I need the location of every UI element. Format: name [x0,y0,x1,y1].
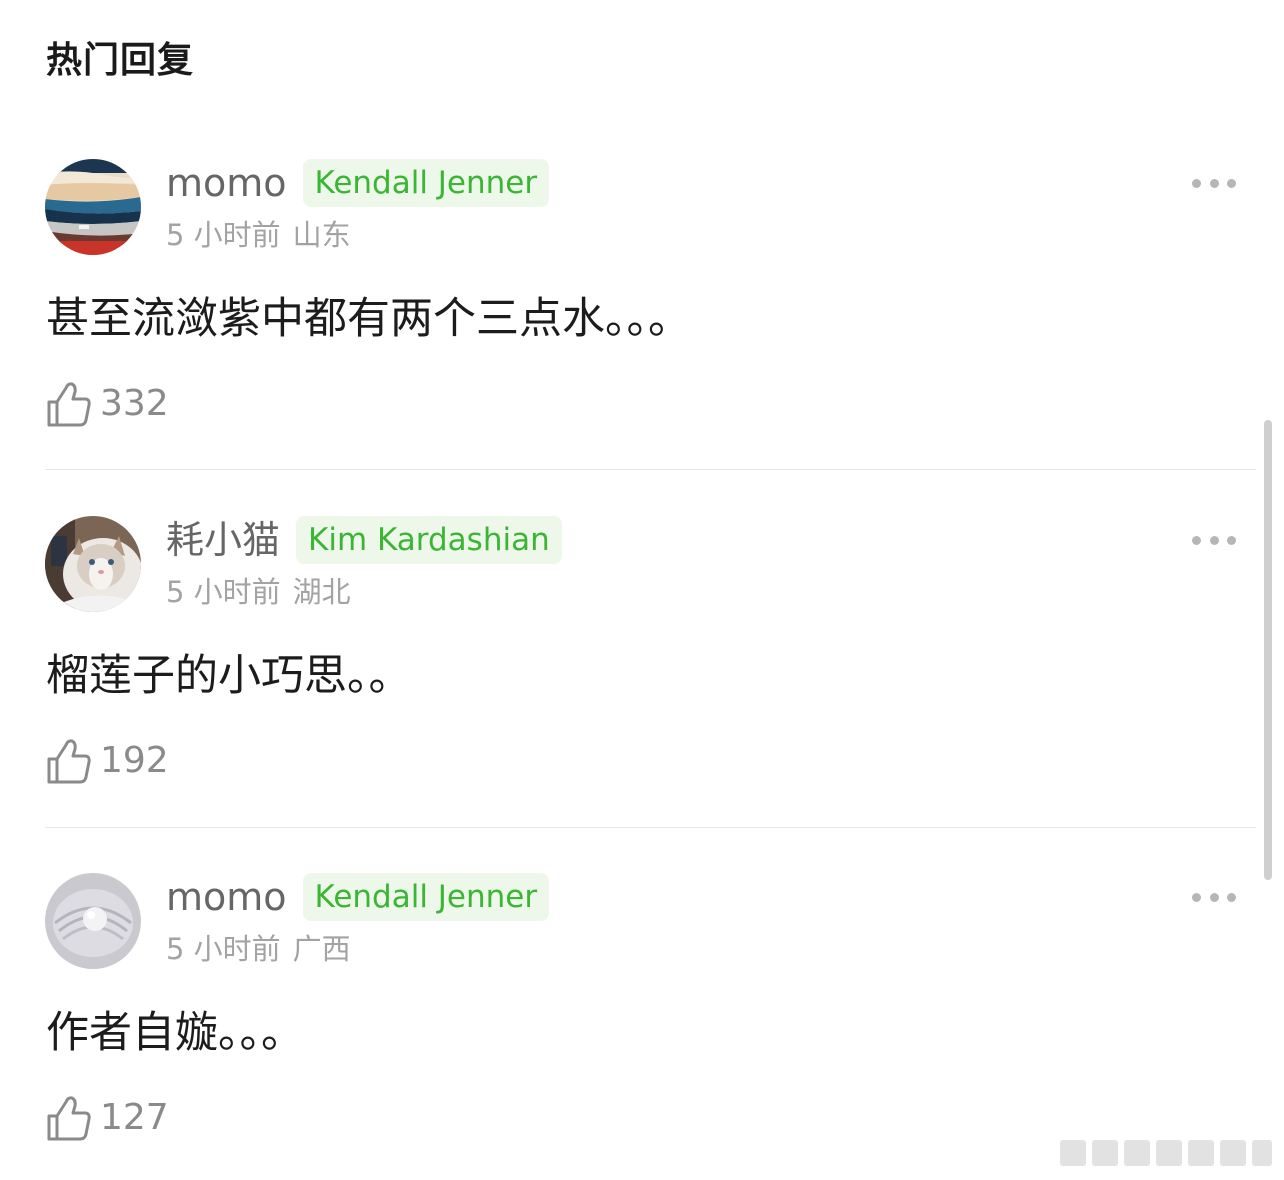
user-line: momo Kendall Jenner [166,159,550,207]
section-title: 热门回复 [46,40,195,81]
username[interactable]: momo [166,873,287,921]
more-options-icon[interactable] [1192,883,1236,911]
divider [45,469,1256,470]
comment-text: 甚至流潋紫中都有两个三点水。。。 [46,294,691,344]
like-count: 127 [100,1097,169,1138]
username[interactable]: 耗小猫 [166,516,280,564]
user-line: momo Kendall Jenner [166,873,550,921]
thumbs-up-icon [47,382,91,427]
like-button[interactable]: 127 [46,1093,169,1143]
watermark-logo [1060,1140,1272,1166]
like-count: 332 [100,383,169,424]
comment-item: momo Kendall Jenner 5 小时前 广西 作者自嫙。。。 127 [0,873,1284,1180]
comment-time: 5 小时前 [166,218,281,252]
comment-meta: 5 小时前 广西 [166,929,351,969]
comment-location: 山东 [292,218,351,252]
more-options-icon[interactable] [1192,526,1236,554]
comment-location: 广西 [292,932,351,966]
like-count: 192 [100,740,169,781]
comment-time: 5 小时前 [166,932,281,966]
comment-meta: 5 小时前 山东 [166,215,351,255]
comment-meta: 5 小时前 湖北 [166,572,351,612]
comment-location: 湖北 [292,575,351,609]
comment-text: 作者自嫙。。。 [46,1008,304,1058]
more-options-icon[interactable] [1192,169,1236,197]
fan-badge[interactable]: Kendall Jenner [302,873,550,921]
user-line: 耗小猫 Kim Kardashian [166,516,562,564]
divider [45,827,1256,828]
comment-item: 耗小猫 Kim Kardashian 5 小时前 湖北 榴莲子的小巧思。。 192 [0,516,1284,836]
hot-replies-page: 热门回复 momo Kendall Jenner 5 小时前 山东 甚至流潋紫中… [0,0,1284,1180]
like-button[interactable]: 332 [46,379,169,429]
thumbs-up-icon [47,1096,91,1141]
user-avatar[interactable] [45,159,141,255]
comment-item: momo Kendall Jenner 5 小时前 山东 甚至流潋紫中都有两个三点… [0,159,1284,479]
fan-badge[interactable]: Kendall Jenner [302,159,550,207]
comment-time: 5 小时前 [166,575,281,609]
like-button[interactable]: 192 [46,736,169,786]
user-avatar[interactable] [45,873,141,969]
comment-text: 榴莲子的小巧思。。 [46,651,412,701]
scrollbar[interactable] [1264,420,1272,880]
username[interactable]: momo [166,159,287,207]
user-avatar[interactable] [45,516,141,612]
fan-badge[interactable]: Kim Kardashian [296,516,562,564]
thumbs-up-icon [47,739,91,784]
